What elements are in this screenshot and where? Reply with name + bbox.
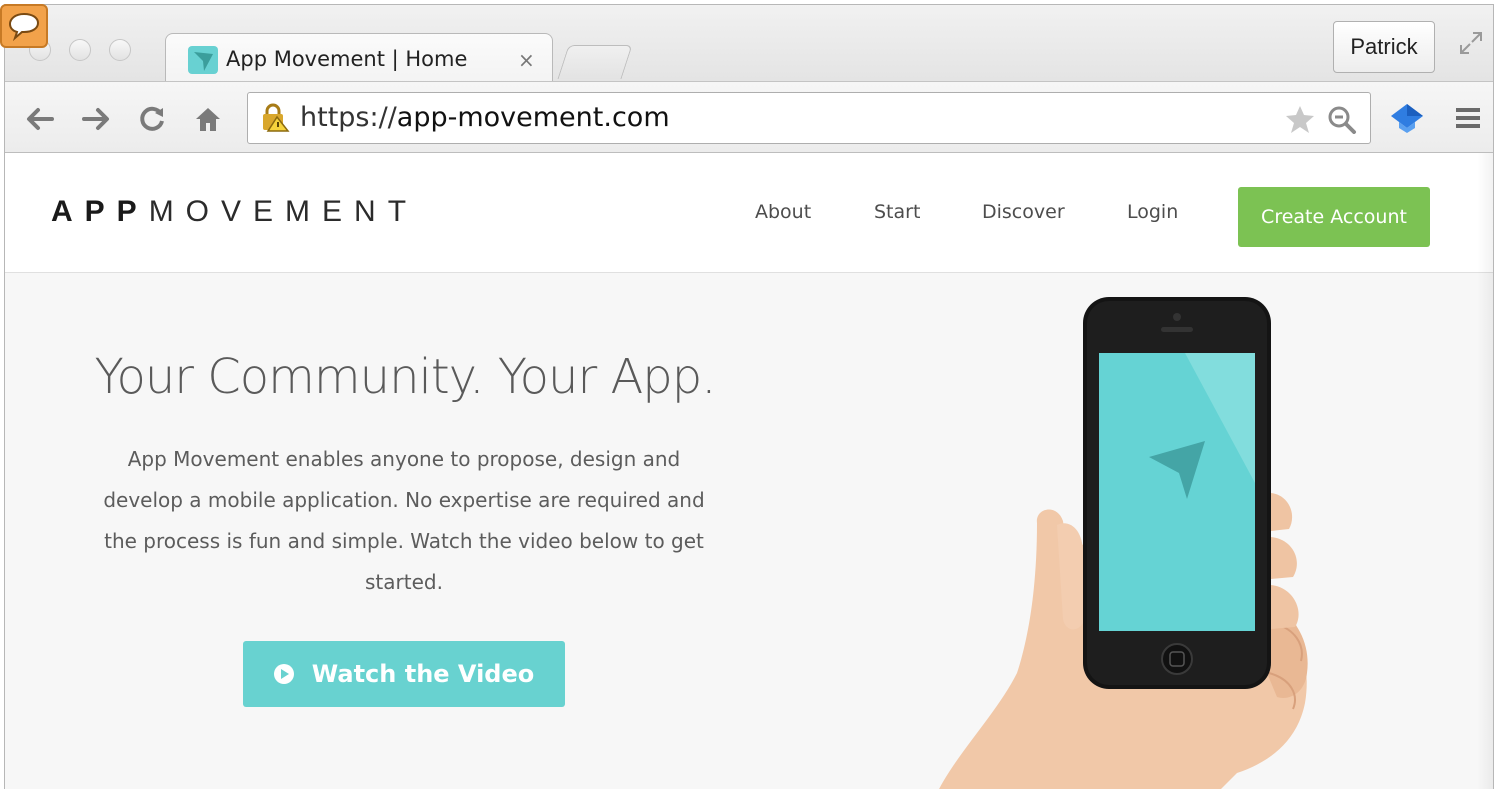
browser-toolbar: https://app-movement.com	[5, 81, 1493, 153]
reload-icon[interactable]	[135, 102, 169, 136]
page-viewport: APPMOVEMENT About Start Discover Login C…	[5, 153, 1493, 789]
hamburger-menu-icon[interactable]	[1453, 104, 1483, 132]
brand-logo[interactable]: APPMOVEMENT	[51, 195, 418, 229]
create-account-button[interactable]: Create Account	[1238, 187, 1430, 247]
nav-link-discover[interactable]: Discover	[982, 201, 1065, 223]
nav-link-start[interactable]: Start	[874, 201, 920, 223]
hand-holding-phone-image	[939, 297, 1308, 789]
hero-title: Your Community. Your App.	[94, 349, 717, 405]
fullscreen-icon[interactable]	[1457, 29, 1485, 57]
address-bar[interactable]: https://app-movement.com	[247, 92, 1371, 144]
warning-lock-icon[interactable]	[260, 103, 290, 133]
speech-bubble-icon[interactable]	[0, 4, 48, 48]
home-icon[interactable]	[191, 102, 225, 136]
url-text: https://app-movement.com	[300, 102, 670, 133]
tab-strip: App Movement | Home × Patrick	[5, 5, 1493, 83]
url-scheme: https://	[300, 102, 397, 133]
profile-button[interactable]: Patrick	[1333, 21, 1435, 73]
magnifier-icon[interactable]	[1326, 104, 1358, 134]
tab-title: App Movement | Home	[226, 47, 468, 71]
url-host: app-movement.com	[396, 102, 670, 133]
tab-app-movement-home[interactable]: App Movement | Home ×	[165, 33, 553, 83]
nav-link-login[interactable]: Login	[1127, 201, 1178, 223]
graduation-cap-icon[interactable]	[1387, 98, 1427, 138]
watch-video-label: Watch the Video	[311, 660, 535, 688]
brand-light: MOVEMENT	[148, 195, 419, 228]
minimize-window-button[interactable]	[69, 39, 91, 61]
nav-link-about[interactable]: About	[755, 201, 811, 223]
arrow-right-icon[interactable]	[79, 102, 113, 136]
close-icon[interactable]: ×	[518, 48, 535, 72]
zoom-window-button[interactable]	[109, 39, 131, 61]
brand-bold: APP	[51, 195, 149, 228]
site-navbar: APPMOVEMENT About Start Discover Login C…	[5, 153, 1493, 273]
watch-video-button[interactable]: Watch the Video	[243, 641, 565, 707]
new-tab-button[interactable]	[557, 45, 633, 79]
hero-description: App Movement enables anyone to propose, …	[103, 447, 705, 594]
star-icon[interactable]	[1284, 104, 1316, 134]
arrow-left-icon[interactable]	[23, 102, 57, 136]
browser-window: App Movement | Home × Patrick https://ap…	[4, 4, 1494, 789]
paper-plane-icon	[188, 46, 218, 74]
play-circle-icon	[273, 664, 294, 684]
scrollbar-gutter	[1477, 153, 1493, 789]
profile-name: Patrick	[1350, 34, 1418, 59]
create-account-label: Create Account	[1261, 206, 1407, 228]
